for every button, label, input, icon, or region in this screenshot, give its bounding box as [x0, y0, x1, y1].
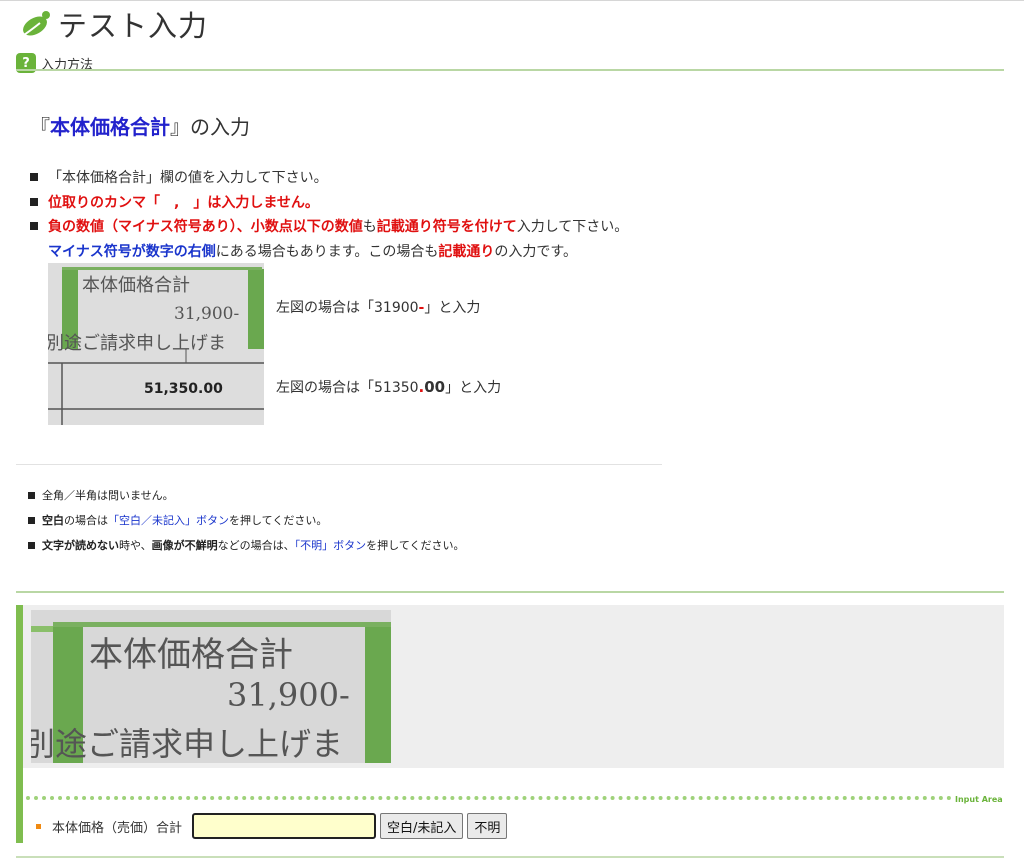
sample-value-1: 31,900- [174, 304, 239, 324]
note-2: 空白の場合は「空白／未記入」ボタンを押してください。 [28, 512, 327, 528]
instruction-4: マイナス符号が数字の右側にある場合もあります。この場合も記載通りの入力です。 [48, 244, 577, 260]
example-1: 左図の場合は「31900-」と入力 [276, 300, 481, 316]
bullet-icon [30, 222, 38, 230]
bullet-icon [30, 198, 38, 206]
crop-value: 31,900- [227, 676, 350, 714]
crop-caption: 別途ご請求申し上げま [31, 725, 343, 763]
cropped-image: 本体価格合計 31,900- 別途ご請求申し上げま [31, 610, 391, 763]
field-name: 本体価格合計 [50, 115, 170, 139]
example-2: 左図の場合は「51350.00」と入力 [276, 378, 502, 396]
unknown-button[interactable]: 不明 [467, 813, 508, 839]
instruction-3: 負の数値（マイナス符号あり）、小数点以下の数値も記載通り符号を付けて入力して下さ… [30, 216, 670, 236]
input-area-label: Input Area [955, 795, 1003, 804]
sample-heading: 本体価格合計 [82, 275, 190, 296]
bullet-icon [30, 173, 38, 181]
field-heading: 『本体価格合計』の入力 [30, 115, 250, 139]
header-divider [16, 69, 1004, 71]
dotted-divider [26, 796, 952, 800]
bullet-icon [28, 542, 35, 549]
bullet-icon [28, 492, 35, 499]
section-divider [16, 464, 662, 465]
instruction-1: 「本体価格合計」欄の値を入力して下さい。 [30, 167, 670, 187]
note-3: 文字が読めない時や、画像が不鮮明などの場合は、「不明」ボタンを押してください。 [28, 537, 465, 553]
input-row: 本体価格（売価）合計 空白/未記入 不明 [36, 813, 508, 839]
amount-input[interactable] [192, 813, 377, 839]
bullet-icon [36, 823, 41, 829]
logo-icon [16, 9, 56, 41]
footer-divider [16, 856, 1004, 858]
work-divider [16, 591, 1004, 593]
blank-button[interactable]: 空白/未記入 [380, 813, 464, 839]
page-title: テスト入力 [58, 9, 209, 43]
field-label: 本体価格（売価）合計 [52, 820, 183, 836]
bullet-icon [28, 517, 35, 524]
sample-value-2: 51,350.00 [144, 381, 223, 397]
sample-image: 本体価格合計 31,900- 別途ご請求申し上げま 51,350.00 [48, 263, 264, 425]
crop-heading: 本体価格合計 [89, 635, 293, 675]
instruction-2: 位取りのカンマ「 , 」は入力しません。 [30, 192, 670, 212]
note-1: 全角／半角は問いません。 [28, 487, 174, 503]
sample-caption: 別途ご請求申し上げま [48, 333, 226, 354]
